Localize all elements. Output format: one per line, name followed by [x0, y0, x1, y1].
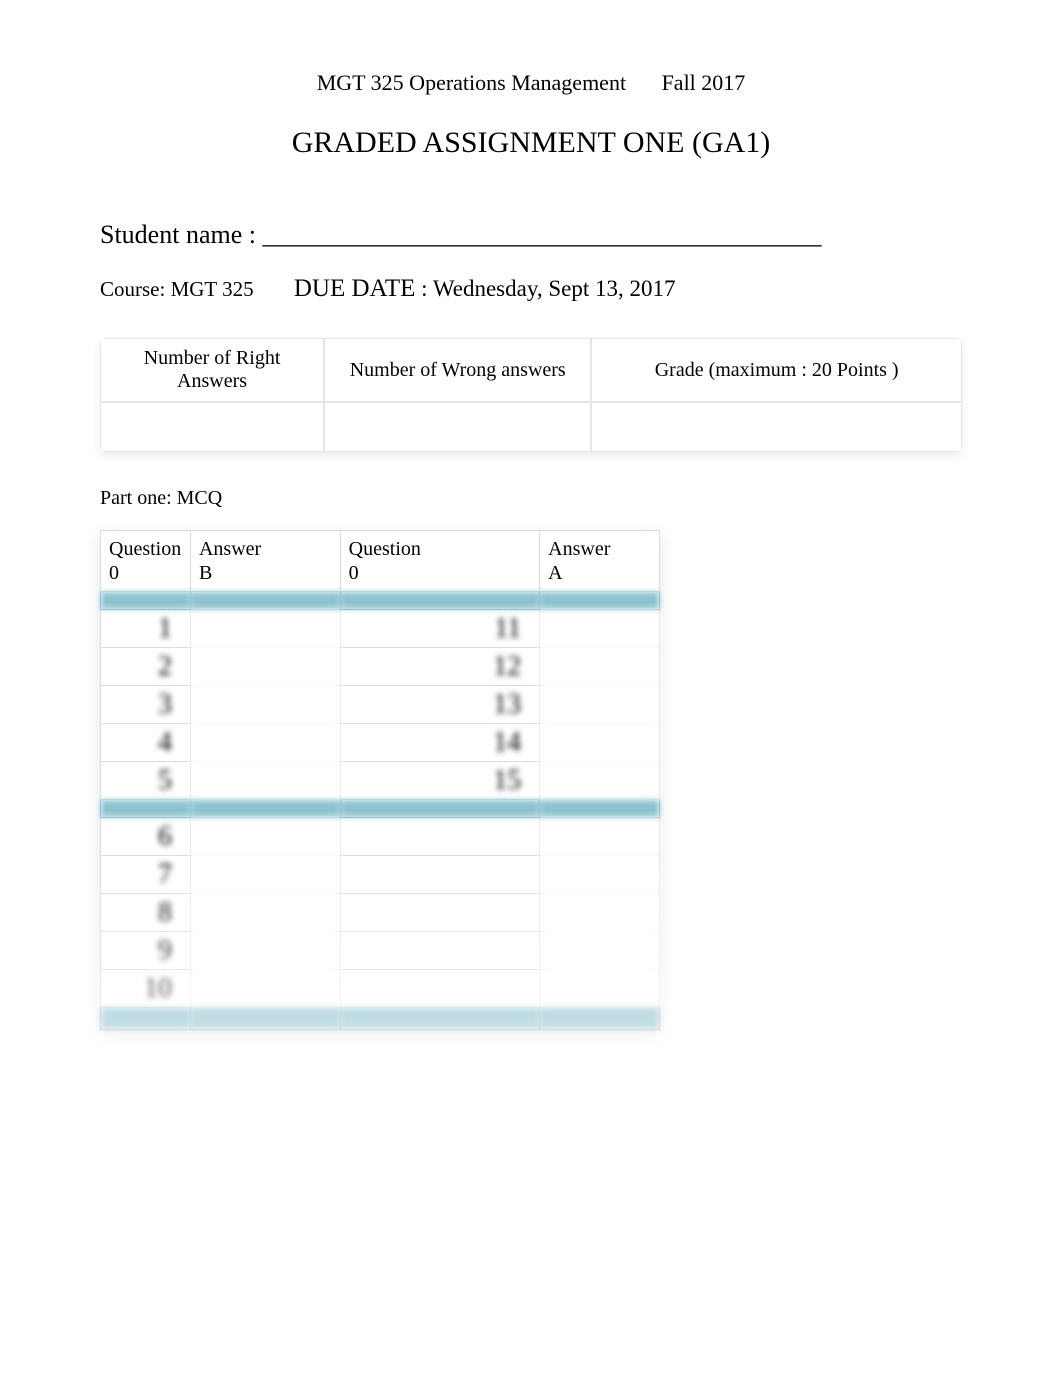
header-question-right: Question 0 — [340, 531, 540, 592]
header-answer-right-example: A — [548, 562, 562, 584]
table-row: 1 11 — [101, 610, 660, 648]
header-answer-right: Answer A — [540, 531, 660, 592]
answer-cell — [540, 724, 660, 762]
answer-cell — [540, 856, 660, 894]
answer-cell — [540, 610, 660, 648]
answer-cell — [190, 610, 340, 648]
table-row: Number of Right Answers Number of Wrong … — [100, 338, 962, 402]
question-number — [340, 856, 540, 894]
header-question-right-zero: 0 — [349, 562, 359, 584]
table-row — [100, 402, 962, 452]
student-name-blank: ________________________________________… — [262, 220, 821, 249]
grade-header-right: Number of Right Answers — [100, 338, 324, 402]
course-code: Course: MGT 325 — [100, 277, 254, 302]
grade-value-wrong — [324, 402, 591, 452]
question-number — [340, 894, 540, 932]
grade-value-grade — [591, 402, 962, 452]
page-title: GRADED ASSIGNMENT ONE (GA1) — [100, 126, 962, 160]
info-line: Course: MGT 325 DUE DATE : Wednesday, Se… — [100, 275, 962, 303]
due-date-sep: : — [415, 276, 432, 301]
answer-cell — [540, 932, 660, 970]
grade-value-right — [100, 402, 324, 452]
answer-table-wrap: Question 0 Answer B Question 0 Answer A — [100, 530, 962, 1320]
question-number: 14 — [340, 724, 540, 762]
grade-table: Number of Right Answers Number of Wrong … — [100, 338, 962, 452]
table-row: 4 14 — [101, 724, 660, 762]
question-number — [340, 970, 540, 1008]
question-number: 6 — [101, 818, 191, 856]
answer-cell — [190, 686, 340, 724]
question-number: 1 — [101, 610, 191, 648]
answer-cell — [190, 648, 340, 686]
student-name-line: Student name : _________________________… — [100, 220, 962, 250]
course-title: MGT 325 Operations Management — [317, 70, 626, 96]
answer-cell — [540, 970, 660, 1008]
student-name-label: Student name : — [100, 220, 256, 249]
document-page: MGT 325 Operations Management Fall 2017 … — [0, 0, 1062, 1380]
answer-cell — [190, 762, 340, 800]
grade-header-grade: Grade (maximum : 20 Points ) — [591, 338, 962, 402]
table-row — [101, 1008, 660, 1030]
header-question-left-zero: 0 — [109, 562, 119, 584]
question-number: 7 — [101, 856, 191, 894]
answer-cell — [540, 894, 660, 932]
table-row: Question 0 Answer B Question 0 Answer A — [101, 531, 660, 592]
table-row: 3 13 — [101, 686, 660, 724]
answer-cell — [540, 648, 660, 686]
question-number: 13 — [340, 686, 540, 724]
table-row: 9 — [101, 932, 660, 970]
answer-cell — [540, 762, 660, 800]
content-fade-overlay — [100, 1060, 962, 1320]
due-date-value: Wednesday, Sept 13, 2017 — [433, 276, 676, 301]
due-date-label: DUE DATE — [294, 275, 416, 302]
header-answer-left: Answer B — [190, 531, 340, 592]
question-number — [340, 932, 540, 970]
table-row — [101, 592, 660, 610]
answer-cell — [190, 894, 340, 932]
question-number: 12 — [340, 648, 540, 686]
header-answer-left-label: Answer — [199, 538, 261, 560]
header-answer-left-example: B — [199, 562, 212, 584]
header-question-right-label: Question — [349, 538, 421, 560]
answer-cell — [540, 818, 660, 856]
part-one-label: Part one: MCQ — [100, 487, 962, 510]
answer-cell — [190, 970, 340, 1008]
answer-cell — [190, 818, 340, 856]
question-number: 8 — [101, 894, 191, 932]
question-number: 5 — [101, 762, 191, 800]
question-number: 2 — [101, 648, 191, 686]
answer-cell — [190, 724, 340, 762]
answer-cell — [190, 932, 340, 970]
header-line: MGT 325 Operations Management Fall 2017 — [100, 70, 962, 96]
question-number: 10 — [101, 970, 191, 1008]
table-row: 7 — [101, 856, 660, 894]
header-question-left-label: Question — [109, 538, 181, 560]
answer-table: Question 0 Answer B Question 0 Answer A — [100, 530, 660, 1030]
question-number: 9 — [101, 932, 191, 970]
term-label: Fall 2017 — [662, 70, 746, 95]
table-row: 2 12 — [101, 648, 660, 686]
question-number: 3 — [101, 686, 191, 724]
answer-cell — [190, 856, 340, 894]
table-row: 6 — [101, 818, 660, 856]
answer-table-body: 1 11 2 12 3 13 4 14 — [101, 592, 660, 1030]
question-number: 4 — [101, 724, 191, 762]
table-row — [101, 800, 660, 818]
table-row: 8 — [101, 894, 660, 932]
question-number: 15 — [340, 762, 540, 800]
table-row: 10 — [101, 970, 660, 1008]
header-answer-right-label: Answer — [548, 538, 610, 560]
header-question-left: Question 0 — [101, 531, 191, 592]
grade-header-wrong: Number of Wrong answers — [324, 338, 591, 402]
table-row: 5 15 — [101, 762, 660, 800]
question-number — [340, 818, 540, 856]
question-number: 11 — [340, 610, 540, 648]
answer-cell — [540, 686, 660, 724]
